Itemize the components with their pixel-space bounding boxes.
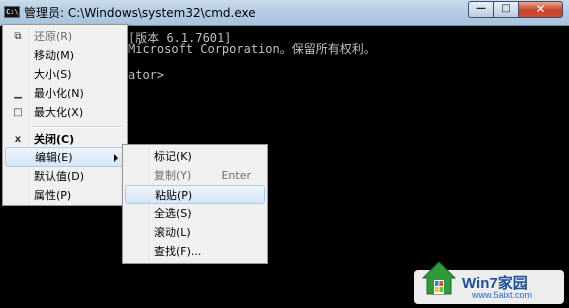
menu-item-label: 默认值(D) [34, 170, 85, 183]
menu-item-label: 最大化(X) [34, 106, 84, 119]
menu-item-label: 编辑(E) [35, 151, 73, 164]
menu-item-label: 标记(K) [154, 150, 192, 163]
edit-submenu: 标记(K) 复制(Y) Enter 粘贴(P) 全选(S) 滚动(L) 查找(F… [122, 144, 268, 264]
menu-item-shortcut: Enter [221, 169, 251, 182]
menu-item-minimize[interactable]: ▁ 最小化(N) [5, 84, 125, 103]
console-line-copyright: Microsoft Corporation。保留所有权利。 [128, 42, 376, 56]
menu-item-copy[interactable]: 复制(Y) Enter [125, 166, 265, 185]
menu-item-label: 查找(F)... [154, 245, 202, 258]
menu-item-label: 复制(Y) [154, 169, 192, 182]
menu-item-label: 全选(S) [154, 207, 192, 220]
watermark-logo: Win7家园 www.5aixt.com [414, 261, 564, 304]
menu-item-label: 属性(P) [34, 189, 72, 202]
window-controls: — □ ✕ [468, 1, 563, 19]
menu-item-label: 还原(R) [34, 30, 73, 43]
minimize-button[interactable]: — [468, 1, 494, 18]
menu-item-mark[interactable]: 标记(K) [125, 147, 265, 166]
menu-item-label: 粘贴(P) [155, 189, 193, 202]
system-menu: ⧉ 还原(R) 移动(M) 大小(S) ▁ 最小化(N) □ 最大化(X) x … [2, 24, 128, 206]
menu-separator [32, 126, 123, 128]
maximize-button[interactable]: □ [494, 1, 519, 18]
house-logo-icon [422, 261, 456, 295]
menu-item-edit[interactable]: 编辑(E) [5, 147, 125, 167]
menu-item-move[interactable]: 移动(M) [5, 46, 125, 65]
menu-item-find[interactable]: 查找(F)... [125, 242, 265, 261]
menu-item-label: 大小(S) [34, 68, 72, 81]
menu-item-defaults[interactable]: 默认值(D) [5, 167, 125, 186]
minimize-icon: ▁ [14, 88, 22, 99]
menu-item-size[interactable]: 大小(S) [5, 65, 125, 84]
menu-item-properties[interactable]: 属性(P) [5, 186, 125, 205]
console-line-prompt: ator> [128, 68, 165, 82]
menu-item-label: 移动(M) [34, 49, 75, 62]
menu-item-paste[interactable]: 粘贴(P) [125, 185, 265, 204]
menu-item-label: 滚动(L) [154, 226, 191, 239]
restore-icon: ⧉ [14, 31, 22, 42]
menu-item-maximize[interactable]: □ 最大化(X) [5, 103, 125, 122]
cmd-app-icon[interactable]: C:\ [4, 6, 20, 18]
menu-item-select-all[interactable]: 全选(S) [125, 204, 265, 223]
maximize-icon: □ [13, 107, 23, 118]
title-bar[interactable]: C:\ 管理员: C:\Windows\system32\cmd.exe — □… [0, 0, 569, 26]
menu-item-label: 最小化(N) [34, 87, 84, 100]
window-title: 管理员: C:\Windows\system32\cmd.exe [24, 6, 256, 20]
menu-item-restore[interactable]: ⧉ 还原(R) [5, 27, 125, 46]
watermark-url: www.5aixt.com [472, 290, 533, 300]
menu-item-scroll[interactable]: 滚动(L) [125, 223, 265, 242]
submenu-arrow-icon [114, 154, 118, 162]
close-button[interactable]: ✕ [519, 1, 563, 18]
